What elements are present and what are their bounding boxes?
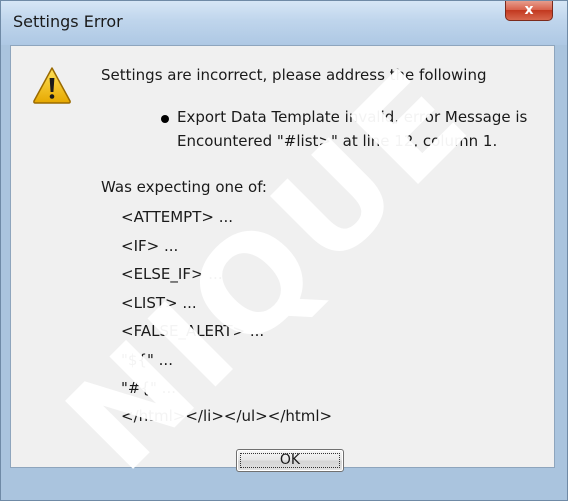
dialog-content: Settings are incorrect, please address t…	[10, 45, 555, 468]
warning-icon	[33, 67, 71, 104]
expected-token-item: <ELSE_IF> ...	[121, 265, 223, 283]
error-message-line-1: Export Data Template invalid, error Mess…	[177, 108, 528, 126]
close-icon: x	[524, 2, 534, 18]
ok-button-label: OK	[279, 452, 301, 468]
dialog-footer	[1, 468, 567, 500]
main-message: Settings are incorrect, please address t…	[101, 66, 487, 84]
error-message-line-2: Encountered "#list>" at line 12, column …	[177, 132, 498, 150]
expected-token-item: "#{" ...	[121, 379, 176, 397]
expected-token-item: "${" ...	[121, 351, 173, 369]
close-button[interactable]: x	[505, 1, 553, 21]
title-bar[interactable]: Settings Error	[1, 1, 567, 45]
bullet-icon	[161, 115, 169, 123]
expecting-label: Was expecting one of:	[101, 178, 267, 196]
expected-token-item: <LIST> ...	[121, 294, 197, 312]
ok-button[interactable]: OK	[236, 449, 344, 472]
expected-token-item: </html></li></ul></html>	[121, 407, 333, 425]
window-title: Settings Error	[13, 12, 123, 31]
settings-error-dialog: Settings Error x Settings are incorrect,…	[0, 0, 568, 501]
expected-token-item: <ATTEMPT> ...	[121, 208, 233, 226]
expected-token-item: <FALSE_ALERT> ...	[121, 322, 265, 340]
expected-token-item: <IF> ...	[121, 237, 179, 255]
